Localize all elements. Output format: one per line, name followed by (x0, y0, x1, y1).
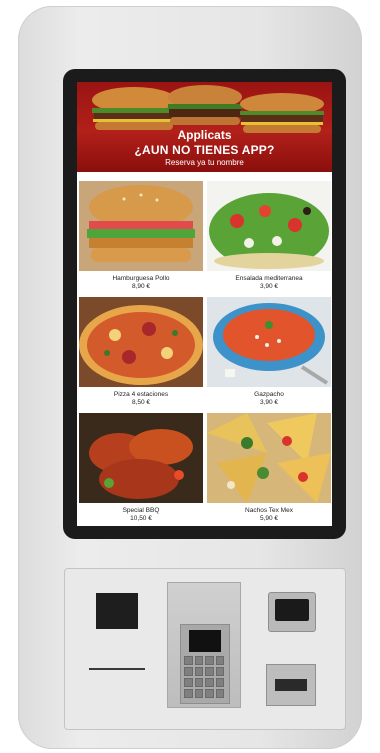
menu-item-ensalada-mediterranea[interactable]: Ensalada mediterranea 3,90 € (207, 181, 331, 293)
menu-item-name: Special BBQ (122, 507, 160, 514)
menu-item-pizza-4-estaciones[interactable]: Pizza 4 estaciones 8,50 € (79, 297, 203, 409)
menu-item-price: 5,90 € (259, 515, 279, 522)
card-reader[interactable] (268, 592, 316, 632)
menu-item-hamburguesa-pollo[interactable]: Hamburguesa Pollo 8,90 € (79, 181, 203, 293)
banner-brand: Applicats (177, 128, 232, 142)
chicken-wings-image (79, 413, 203, 503)
pin-pad-keypad[interactable] (184, 656, 224, 698)
kiosk-screen: Applicats ¿AUN NO TIENES APP? Reserva ya… (77, 82, 332, 526)
pizza-image (79, 297, 203, 387)
menu-item-name: Gazpacho (254, 391, 284, 398)
menu-item-price: 3,90 € (259, 283, 279, 290)
banner-burger-image (168, 85, 242, 125)
menu-item-name: Ensalada mediterranea (235, 275, 303, 282)
menu-item-name: Pizza 4 estaciones (113, 391, 169, 398)
menu-item-name: Hamburguesa Pollo (112, 275, 170, 282)
banner-headline: ¿AUN NO TIENES APP? (134, 143, 275, 157)
pin-pad-screen (189, 630, 221, 652)
soup-image (207, 297, 331, 387)
salad-image (207, 181, 331, 271)
camera-module (96, 593, 138, 629)
ticket-printer (266, 664, 316, 706)
burger-image (79, 181, 203, 271)
menu-item-price: 8,90 € (131, 283, 151, 290)
menu-item-price: 10,50 € (130, 515, 152, 522)
menu-item-special-bbq[interactable]: Special BBQ 10,50 € (79, 413, 203, 525)
promo-banner[interactable]: Applicats ¿AUN NO TIENES APP? Reserva ya… (77, 82, 332, 172)
menu-item-price: 3,90 € (259, 399, 279, 406)
menu-item-name: Nachos Tex Mex (245, 507, 293, 514)
receipt-slot (89, 668, 145, 670)
menu-item-nachos-tex-mex[interactable]: Nachos Tex Mex 5,90 € (207, 413, 331, 525)
menu-item-gazpacho[interactable]: Gazpacho 3,90 € (207, 297, 331, 409)
nachos-image (207, 413, 331, 503)
banner-subtitle: Reserva ya tu nombre (165, 158, 244, 167)
menu-item-price: 8,50 € (131, 399, 151, 406)
